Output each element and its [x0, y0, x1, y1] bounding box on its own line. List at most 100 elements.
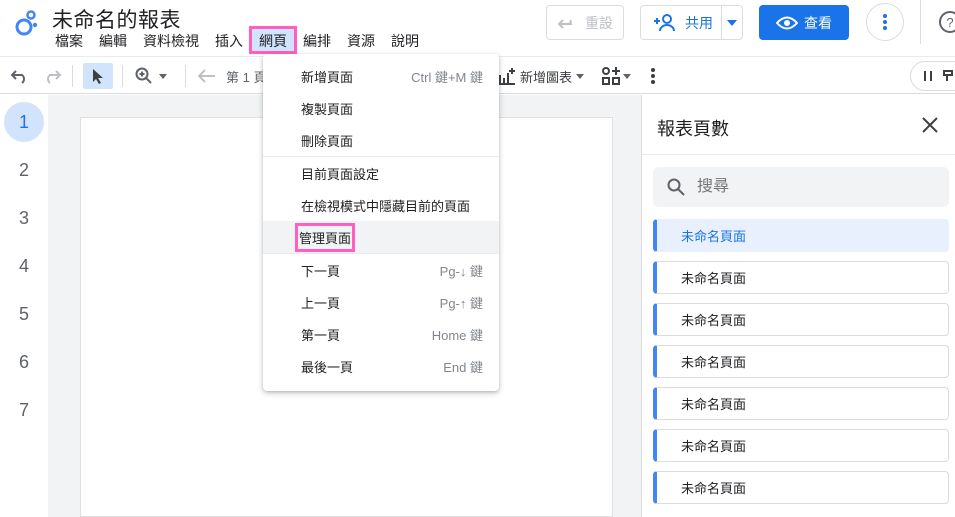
view-button[interactable]: 查看: [759, 5, 849, 40]
redo-icon: [47, 70, 62, 84]
columns-icon: [924, 71, 932, 81]
undo-arrow-icon: [557, 18, 573, 29]
undo-icon: [10, 70, 25, 84]
more-options-button[interactable]: [866, 3, 904, 41]
menu-item[interactable]: 檔案: [47, 28, 91, 52]
svg-text:?: ?: [946, 15, 953, 30]
menu-item[interactable]: 網頁: [249, 26, 297, 54]
add-chart-icon: [499, 68, 515, 85]
dropdown-menu-item[interactable]: 最後一頁 End 鍵: [263, 350, 499, 382]
dropdown-menu-item[interactable]: 複製頁面: [263, 92, 499, 124]
page-list-item[interactable]: 未命名頁面: [653, 219, 949, 252]
menu-item-label: 刪除頁面: [301, 133, 354, 149]
dropdown-menu-item[interactable]: 管理頁面: [263, 221, 499, 253]
header-divider: [920, 0, 921, 44]
page-search-box[interactable]: [653, 167, 949, 207]
menu-item-shortcut: End 鍵: [443, 359, 483, 375]
add-person-icon: [654, 13, 675, 31]
dropdown-menu-item[interactable]: 在檢視模式中隱藏目前的頁面: [263, 189, 499, 221]
share-button[interactable]: 共用: [640, 5, 743, 40]
help-icon[interactable]: ?: [938, 10, 955, 34]
menu-item-label: 目前頁面設定: [301, 166, 380, 182]
dropdown-menu-item[interactable]: 第一頁 Home 鍵: [263, 318, 499, 350]
vertical-dots-icon: [883, 14, 887, 30]
page-list-item[interactable]: 未命名頁面: [653, 303, 949, 336]
caret-down-icon: [576, 73, 585, 79]
menu-item-label: 管理頁面: [294, 222, 356, 252]
menu-item-shortcut: Home 鍵: [431, 327, 483, 343]
menu-item-shortcut: Pg-↑ 鍵: [439, 295, 483, 311]
layout-toggle-button[interactable]: [910, 61, 955, 91]
zoom-button[interactable]: [135, 63, 167, 89]
menu-item[interactable]: 說明: [383, 28, 427, 52]
report-pages-panel: 報表頁數 未命名頁面未命名頁面未命名頁面未命名頁面未命名頁面未命名頁面未命名頁面: [641, 95, 955, 517]
dropdown-menu-item[interactable]: 新增頁面 Ctrl 鍵+M 鍵: [263, 60, 499, 92]
menu-item-label: 下一頁: [301, 263, 341, 279]
zoom-in-icon: [135, 67, 152, 84]
add-chart-label: 新增圖表: [520, 69, 573, 85]
eye-icon: [776, 16, 798, 29]
menu-item[interactable]: 編排: [295, 28, 339, 52]
page-number[interactable]: 5: [4, 294, 44, 334]
page-menu-dropdown: 新增頁面 Ctrl 鍵+M 鍵複製頁面刪除頁面目前頁面設定在檢視模式中隱藏目前的頁…: [263, 54, 499, 391]
toolbar-more-button[interactable]: [650, 63, 656, 89]
menu-item-shortcut: Ctrl 鍵+M 鍵: [411, 69, 483, 85]
page-number[interactable]: 2: [4, 150, 44, 190]
caret-down-icon: [623, 73, 631, 79]
panel-divider: [642, 154, 955, 155]
add-control-icon: [602, 67, 620, 85]
menu-bar: 檔案 編輯 資料檢視 插入 網頁 編排 資源 說明: [47, 26, 427, 54]
toolbar-divider: [72, 65, 73, 87]
page-navigator[interactable]: 第 1 頁: [198, 63, 266, 89]
menu-item-label: 新增頁面: [301, 69, 354, 85]
redo-button[interactable]: [42, 63, 62, 89]
caret-down-icon: [727, 19, 738, 26]
dropdown-menu-item[interactable]: 目前頁面設定: [263, 157, 499, 189]
menu-item-label: 最後一頁: [301, 359, 354, 375]
add-chart-button[interactable]: 新增圖表: [498, 63, 585, 89]
looker-studio-logo-icon[interactable]: [14, 8, 40, 38]
dropdown-menu-item[interactable]: 下一頁 Pg-↓ 鍵: [263, 254, 499, 286]
page-list-item[interactable]: 未命名頁面: [653, 387, 949, 420]
panel-title: 報表頁數: [657, 119, 729, 139]
reset-button[interactable]: 重設: [546, 5, 624, 40]
page-number[interactable]: 7: [4, 390, 44, 430]
page-list-item[interactable]: 未命名頁面: [653, 429, 949, 462]
page-list-item[interactable]: 未命名頁面: [653, 345, 949, 378]
theme-icon: [943, 70, 953, 81]
app-header: 未命名的報表 檔案 編輯 資料檢視 插入 網頁 編排 資源 說明 重設 共用 查看 ?: [0, 0, 955, 56]
select-tool-button[interactable]: [83, 63, 113, 89]
page-number-rail: 1 2 3 4 5 6 7: [0, 95, 48, 517]
page-nav-label: 第 1 頁: [226, 69, 267, 85]
page-search-input[interactable]: [697, 178, 917, 196]
share-label: 共用: [685, 14, 713, 31]
toolbar-divider: [122, 65, 123, 87]
toolbar-divider: [185, 65, 186, 87]
page-list-item[interactable]: 未命名頁面: [653, 471, 949, 504]
back-arrow-icon: [198, 69, 215, 83]
menu-item-label: 在檢視模式中隱藏目前的頁面: [301, 198, 471, 214]
menu-item[interactable]: 編輯: [91, 28, 135, 52]
view-label: 查看: [804, 14, 832, 31]
dropdown-menu-item[interactable]: 刪除頁面: [263, 124, 499, 156]
page-number[interactable]: 6: [4, 342, 44, 382]
menu-item[interactable]: 資源: [339, 28, 383, 52]
menu-item[interactable]: 插入: [207, 28, 251, 52]
menu-item-label: 第一頁: [301, 327, 341, 343]
search-icon: [667, 178, 685, 196]
dropdown-menu-item[interactable]: 上一頁 Pg-↑ 鍵: [263, 286, 499, 318]
menu-item-label: 複製頁面: [301, 101, 354, 117]
page-list: 未命名頁面 未命名頁面 未命名頁面 未命名頁面 未命名頁面 未命名頁面 未命名頁面: [653, 219, 949, 513]
share-dropdown-caret[interactable]: [722, 19, 742, 26]
add-control-button[interactable]: [601, 63, 631, 89]
close-icon[interactable]: [920, 115, 940, 135]
reset-label: 重設: [585, 14, 613, 31]
page-number[interactable]: 4: [4, 246, 44, 286]
share-main-button[interactable]: 共用: [641, 6, 723, 39]
menu-item-label: 上一頁: [301, 295, 341, 311]
undo-button[interactable]: [10, 63, 30, 89]
page-list-item[interactable]: 未命名頁面: [653, 261, 949, 294]
page-number[interactable]: 1: [4, 102, 44, 142]
page-number[interactable]: 3: [4, 198, 44, 238]
menu-item[interactable]: 資料檢視: [135, 28, 207, 52]
